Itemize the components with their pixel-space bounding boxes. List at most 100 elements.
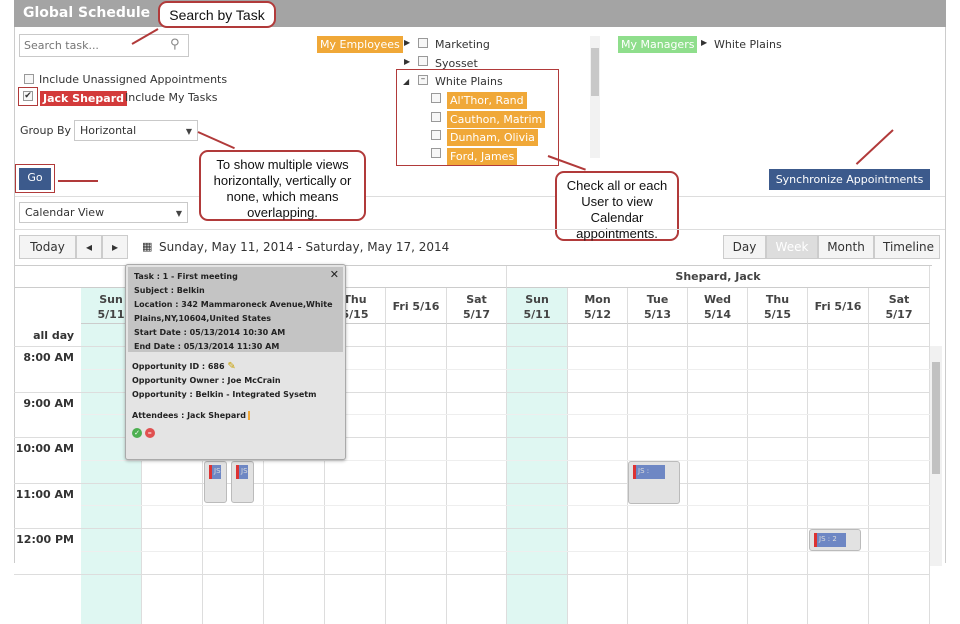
person-tag[interactable]: Ford, James bbox=[447, 148, 518, 165]
view-select-value: Calendar View bbox=[25, 206, 105, 219]
grid-line bbox=[14, 573, 930, 575]
white-plains-checkbox[interactable]: – bbox=[418, 75, 428, 85]
user-tag: Jack Shepard bbox=[40, 91, 127, 106]
day-header: Wed 5/14 bbox=[688, 288, 748, 324]
day-header: Thu 5/15 bbox=[748, 288, 808, 324]
popup-header: Task : 1 - First meeting Subject : Belki… bbox=[128, 267, 343, 352]
popup-start: Start Date : 05/13/2014 10:30 AM bbox=[134, 328, 286, 337]
include-my-tasks-checkbox[interactable]: ✔ bbox=[23, 91, 33, 101]
day-header: Fri 5/16 bbox=[808, 288, 869, 324]
person-tag[interactable]: Dunham, Olivia bbox=[447, 129, 538, 146]
group-marketing: Marketing bbox=[435, 38, 490, 51]
syosset-checkbox[interactable] bbox=[418, 56, 428, 66]
group-white-plains: White Plains bbox=[435, 75, 503, 88]
include-unassigned-label: Include Unassigned Appointments bbox=[39, 73, 228, 86]
day-name: Thu bbox=[765, 293, 790, 306]
window-title: Global Schedule bbox=[14, 0, 946, 27]
date-range: Sunday, May 11, 2014 - Saturday, May 17,… bbox=[159, 240, 450, 254]
time-label: 8:00 AM bbox=[23, 351, 74, 364]
close-icon[interactable]: ✕ bbox=[330, 268, 339, 281]
popup-location-cont: Plains,NY,10604,United States bbox=[134, 314, 272, 323]
callout-users: Check all or each User to view Calendar … bbox=[555, 171, 679, 241]
time-label: 9:00 AM bbox=[23, 396, 74, 410]
person-checkbox[interactable] bbox=[431, 112, 441, 122]
person-tag[interactable]: Cauthon, Matrim bbox=[447, 111, 546, 128]
time-label: 11:00 AM bbox=[15, 487, 74, 501]
day-date: 5/14 bbox=[704, 308, 731, 321]
day-date: 5/13 bbox=[644, 308, 671, 321]
edit-icon[interactable]: ✎ bbox=[227, 361, 235, 372]
expand-icon[interactable]: ▶ bbox=[404, 57, 410, 66]
calendar-scrollbar[interactable] bbox=[930, 346, 942, 566]
day-date: 5/15 bbox=[764, 308, 791, 321]
callout-search-by-task: Search by Task bbox=[158, 1, 276, 28]
day-name: Tue bbox=[646, 293, 669, 306]
group-by-value: Horizontal bbox=[80, 124, 137, 137]
go-button[interactable]: Go bbox=[19, 168, 51, 190]
grid-line bbox=[81, 505, 930, 507]
collapse-icon[interactable]: ◢ bbox=[403, 77, 409, 86]
scrollbar-thumb[interactable] bbox=[932, 362, 940, 474]
day-name: Sun bbox=[525, 293, 549, 306]
view-select[interactable]: Calendar View ▼ bbox=[19, 202, 188, 223]
day-name: Sat bbox=[466, 293, 487, 306]
calendar-icon: ▦ bbox=[142, 240, 153, 253]
expand-icon[interactable]: ▶ bbox=[404, 38, 410, 47]
marketing-checkbox[interactable] bbox=[418, 38, 428, 48]
day-date: 5/11 bbox=[523, 308, 551, 321]
person-checkbox[interactable] bbox=[431, 130, 441, 140]
grid-line bbox=[14, 528, 930, 529]
tab-month[interactable]: Month bbox=[818, 235, 874, 259]
popup-owner: Opportunity Owner : Joe McCrain bbox=[132, 376, 281, 385]
appointment[interactable]: JS bbox=[204, 461, 227, 503]
prev-button[interactable]: ◂ bbox=[76, 235, 102, 259]
my-employees-tag[interactable]: My Employees bbox=[317, 36, 403, 53]
group-by-select[interactable]: Horizontal ▼ bbox=[74, 120, 198, 141]
popup-subject: Subject : Belkin bbox=[134, 286, 205, 295]
next-button[interactable]: ▸ bbox=[102, 235, 128, 259]
accept-icon[interactable]: ✓ bbox=[132, 428, 142, 438]
tab-day[interactable]: Day bbox=[723, 235, 766, 259]
appointment[interactable]: JS : 2 bbox=[809, 529, 861, 551]
divider bbox=[15, 229, 945, 230]
popup-location: Location : 342 Mammaroneck Avenue,White bbox=[134, 300, 333, 309]
divider bbox=[15, 196, 945, 197]
search-input[interactable] bbox=[19, 34, 189, 57]
expand-icon[interactable]: ▶ bbox=[701, 38, 707, 47]
appointment-popup: ✕ Task : 1 - First meeting Subject : Bel… bbox=[125, 264, 346, 460]
time-label: 10:00 AM bbox=[15, 442, 74, 455]
appointment[interactable]: JS bbox=[231, 461, 254, 503]
day-name: Fri 5/16 bbox=[392, 300, 440, 313]
grid-line bbox=[81, 550, 930, 552]
today-button[interactable]: Today bbox=[19, 235, 76, 259]
scrollbar[interactable] bbox=[590, 36, 600, 158]
person-checkbox[interactable] bbox=[431, 93, 441, 103]
popup-attendees: Attendees : Jack Shepard bbox=[132, 409, 339, 423]
include-unassigned-checkbox[interactable] bbox=[24, 74, 34, 84]
appointment-label: JS : bbox=[633, 465, 665, 479]
resource-header: Shepard, Jack bbox=[507, 266, 930, 288]
popup-end: End Date : 05/13/2014 11:30 AM bbox=[134, 342, 280, 351]
decline-icon[interactable]: – bbox=[144, 428, 155, 438]
search-icon[interactable]: ⚲ bbox=[170, 37, 180, 52]
day-date: 5/12 bbox=[584, 308, 611, 321]
include-my-tasks-label: Include My Tasks bbox=[125, 91, 218, 104]
day-name: Mon bbox=[584, 293, 611, 306]
popup-opp: Opportunity : Belkin - Integrated Sysetm bbox=[132, 390, 317, 399]
person-tag[interactable]: Al'Thor, Rand bbox=[447, 92, 527, 109]
sync-appointments-button[interactable]: Synchronize Appointments bbox=[769, 169, 930, 190]
day-header: Sat 5/17 bbox=[869, 288, 930, 324]
scrollbar-thumb[interactable] bbox=[591, 48, 599, 96]
popup-task: Task : 1 - First meeting bbox=[134, 272, 238, 281]
tab-timeline[interactable]: Timeline bbox=[874, 235, 940, 259]
day-header: Sat 5/17 bbox=[447, 288, 507, 324]
my-managers-tag[interactable]: My Managers bbox=[618, 36, 698, 53]
day-header: Sun 5/11 bbox=[507, 288, 568, 324]
appointment-label: JS bbox=[236, 465, 248, 479]
day-name: Fri 5/16 bbox=[814, 300, 862, 313]
person-checkbox[interactable] bbox=[431, 148, 441, 158]
tab-week[interactable]: Week bbox=[766, 235, 818, 259]
appointment[interactable]: JS : bbox=[628, 461, 680, 504]
appointment-label: JS : 2 bbox=[814, 533, 846, 547]
callout-group-by: To show multiple views horizontally, ver… bbox=[199, 150, 366, 221]
